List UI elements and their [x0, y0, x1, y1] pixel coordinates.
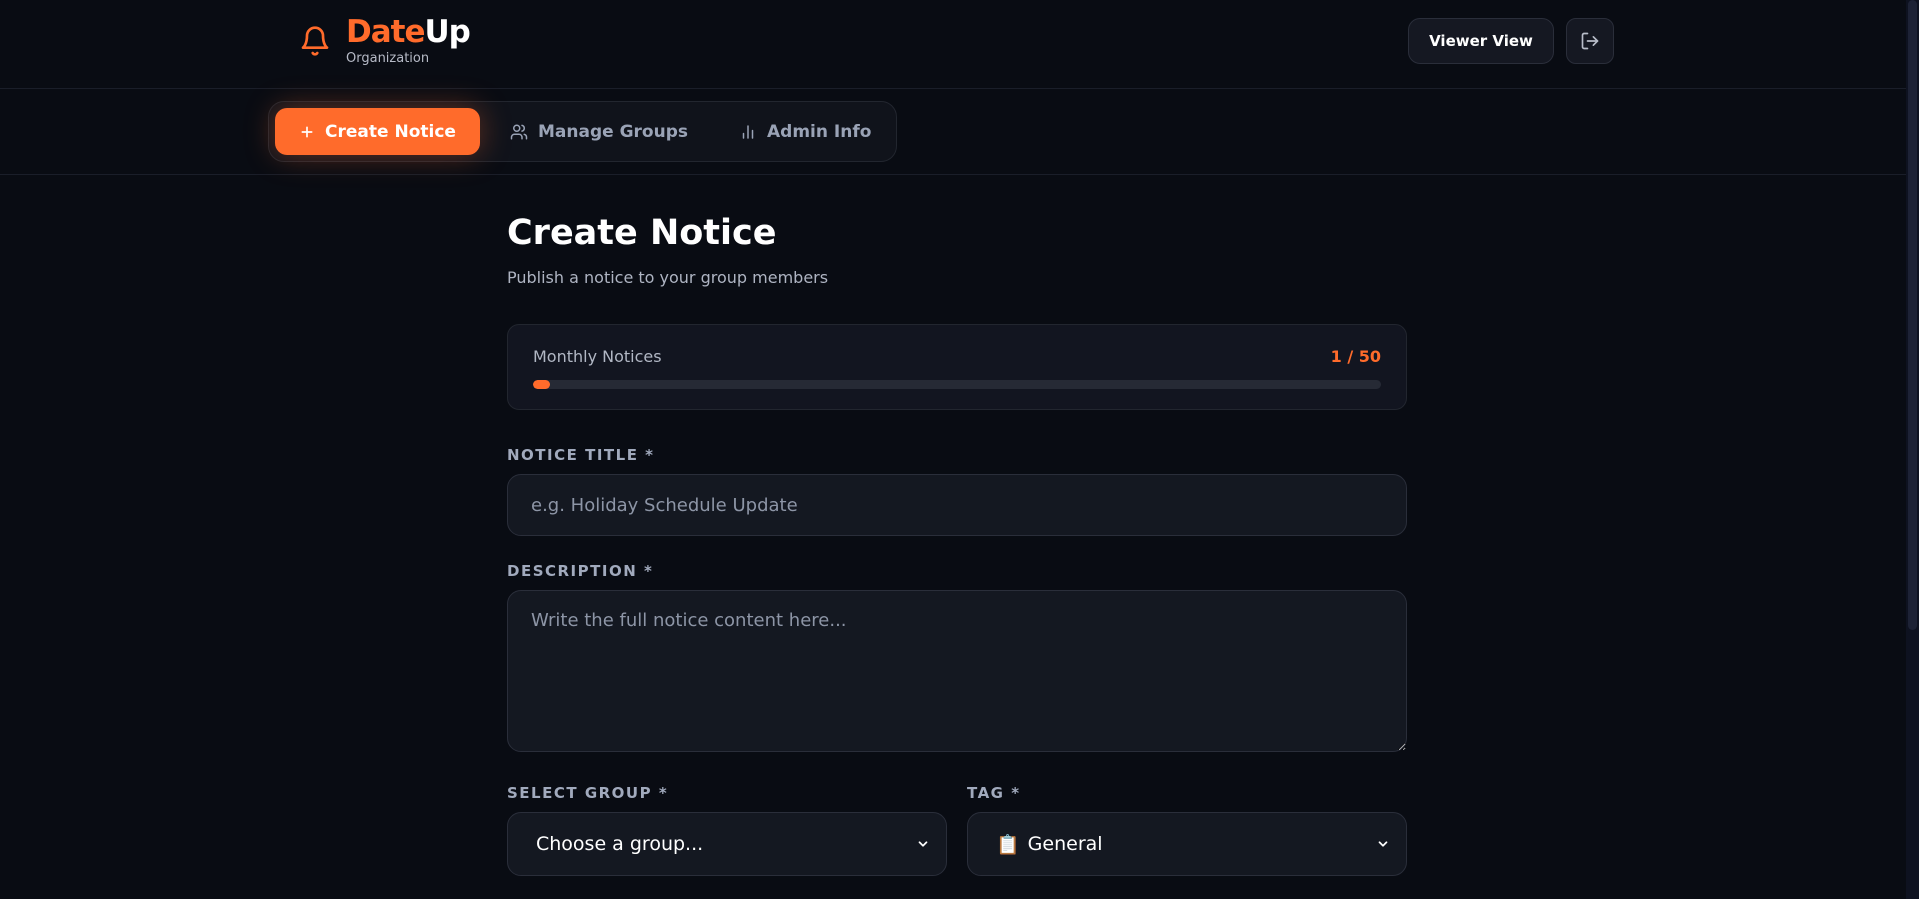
tab-manage-groups-label: Manage Groups	[538, 121, 688, 142]
quota-label: Monthly Notices	[533, 347, 662, 366]
monthly-quota-card: Monthly Notices 1 / 50	[507, 324, 1407, 410]
tag-select-value: General	[1027, 833, 1103, 855]
brand-name-part1: Date	[346, 14, 425, 50]
chevron-down-icon	[1378, 841, 1388, 847]
brand-name-part2: Up	[424, 14, 471, 50]
chevron-down-icon	[918, 841, 928, 847]
notice-title-input[interactable]	[507, 474, 1407, 536]
brand-subtitle: Organization	[346, 51, 430, 66]
logout-icon	[1581, 32, 1599, 50]
clipboard-icon: 📋	[996, 833, 1020, 856]
nav-bar: Create Notice Manage Groups Admin Info	[0, 89, 1906, 175]
logout-button[interactable]	[1566, 18, 1614, 64]
viewer-view-button[interactable]: Viewer View	[1408, 18, 1554, 64]
group-select[interactable]: Choose a group...	[507, 812, 947, 876]
top-header: DateUp Organization Viewer View	[0, 0, 1906, 89]
notice-title-label: NOTICE TITLE *	[507, 446, 655, 464]
tab-manage-groups[interactable]: Manage Groups	[510, 108, 690, 155]
quota-value: 1 / 50	[1330, 347, 1381, 366]
quota-progress-fill	[533, 380, 550, 389]
tab-admin-info[interactable]: Admin Info	[739, 108, 889, 155]
scrollbar-thumb[interactable]	[1908, 0, 1917, 630]
page-scrollbar[interactable]	[1906, 0, 1919, 899]
nav-tabs: Create Notice Manage Groups Admin Info	[268, 101, 897, 162]
tag-select[interactable]: 📋 General	[967, 812, 1407, 876]
page-subtitle: Publish a notice to your group members	[507, 268, 829, 287]
bell-icon	[301, 26, 329, 56]
tab-create-notice-label: Create Notice	[325, 121, 456, 142]
bar-chart-icon	[742, 124, 754, 139]
tab-admin-info-label: Admin Info	[767, 121, 872, 142]
group-select-value: Choose a group...	[536, 833, 704, 855]
description-textarea[interactable]	[507, 590, 1407, 752]
tab-create-notice[interactable]: Create Notice	[275, 108, 480, 155]
users-icon	[510, 124, 528, 139]
tag-label: TAG *	[967, 784, 1021, 802]
select-group-label: SELECT GROUP *	[507, 784, 669, 802]
plus-icon	[301, 126, 313, 137]
quota-progress-track	[533, 380, 1381, 389]
brand-logo[interactable]: DateUp	[346, 14, 471, 50]
page-title: Create Notice	[507, 213, 777, 253]
description-label: DESCRIPTION *	[507, 562, 654, 580]
